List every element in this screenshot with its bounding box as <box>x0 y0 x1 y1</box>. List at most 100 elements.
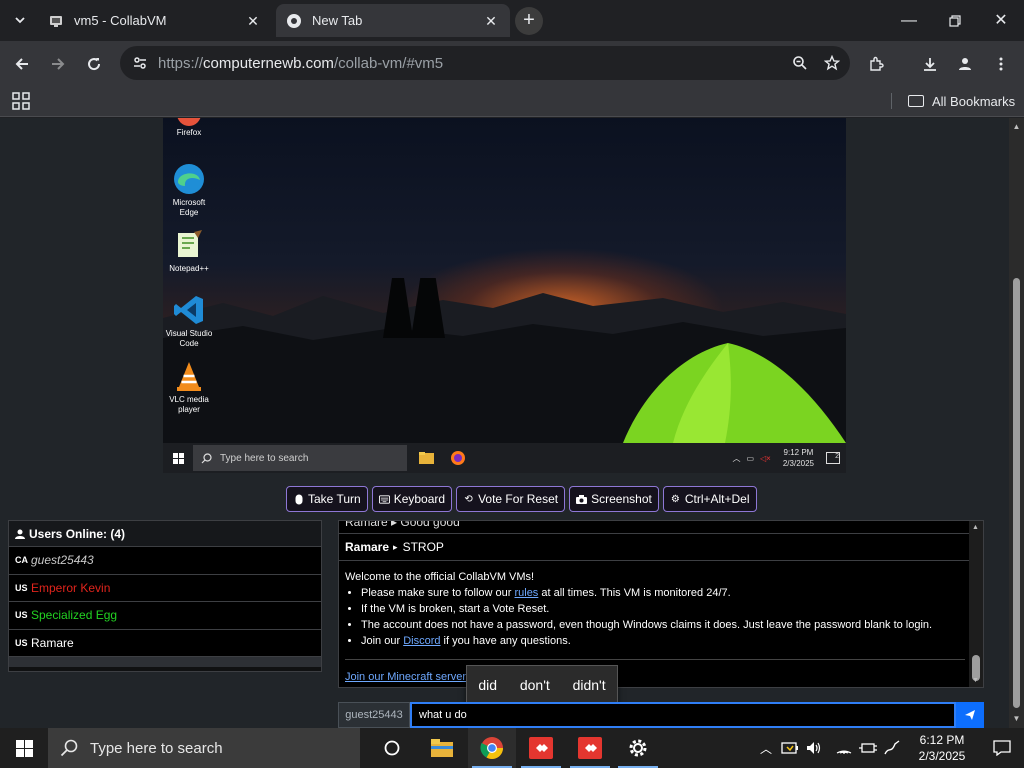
discord-link[interactable]: Discord <box>403 635 440 647</box>
screenshot-button[interactable]: Screenshot <box>569 486 659 512</box>
address-bar[interactable]: https://computernewb.com/collab-vm/#vm5 <box>120 46 850 80</box>
chat-input[interactable] <box>410 702 956 728</box>
vm-network-icon[interactable]: ▭ <box>746 454 754 463</box>
bookmark-star-icon[interactable] <box>818 49 846 77</box>
keyboard-icon <box>378 494 390 505</box>
minecraft-link[interactable]: Join our Minecraft server! <box>345 671 469 683</box>
menu-kebab-icon[interactable] <box>987 49 1015 77</box>
download-icon[interactable] <box>916 49 944 77</box>
search-icon <box>60 739 78 757</box>
welcome-item-broken: If the VM is broken, start a Vote Reset. <box>361 601 965 617</box>
keyboard-button[interactable]: Keyboard <box>371 486 453 512</box>
tab-search-chevron-icon[interactable] <box>8 9 32 33</box>
pen-input-icon[interactable] <box>880 728 904 768</box>
folder-icon <box>908 95 924 107</box>
chat-username[interactable]: Ramare <box>345 540 389 554</box>
chat-send-button[interactable] <box>956 702 984 728</box>
vm-tray-chevron-icon[interactable]: ︿ <box>732 453 740 464</box>
tray-chevron-icon[interactable]: ︿ <box>754 728 778 768</box>
vm-display[interactable]: Firefox Microsoft Edge Notepad++ Visual … <box>163 118 846 473</box>
vote-reset-button[interactable]: ⟲ Vote For Reset <box>456 486 566 512</box>
zoom-icon[interactable] <box>786 49 814 77</box>
suggestion-item[interactable]: don't <box>520 677 550 693</box>
vm-controls: Take Turn Keyboard ⟲ Vote For Reset Scre… <box>286 486 757 512</box>
chat-nickname[interactable]: guest25443 <box>338 702 410 728</box>
chat-message-partial: Ramare ▸ Good good <box>345 520 460 529</box>
browser-toolbar: https://computernewb.com/collab-vm/#vm5 <box>0 41 1024 85</box>
desktop-icon-edge[interactable]: Microsoft Edge <box>163 162 215 218</box>
start-windows-icon[interactable] <box>0 728 48 768</box>
task-view-icon[interactable] <box>368 728 416 768</box>
user-row[interactable]: US Specialized Egg <box>9 602 321 630</box>
vm-clock-date: 2/3/2025 <box>782 459 814 468</box>
chat-scrollbar[interactable]: ▲ ▼ <box>969 521 983 687</box>
anydesk-second-icon[interactable] <box>566 728 614 768</box>
camera-icon <box>576 494 588 505</box>
restore-button[interactable] <box>932 0 978 41</box>
country-flag: US <box>15 582 28 593</box>
power-plug-icon[interactable] <box>856 728 880 768</box>
desktop-icon-firefox[interactable]: Firefox <box>163 118 215 138</box>
site-info-icon[interactable] <box>128 51 152 75</box>
notification-center-icon[interactable] <box>980 728 1024 768</box>
desktop-icon-vscode[interactable]: Visual Studio Code <box>163 293 215 349</box>
all-bookmarks-button[interactable]: All Bookmarks <box>908 91 1015 111</box>
vm-clock[interactable]: 9:12 PM 2/3/2025 <box>783 447 814 469</box>
scroll-down-icon[interactable]: ▼ <box>1012 714 1021 723</box>
suggestion-item[interactable]: didn't <box>573 677 606 693</box>
chrome-taskbar-icon[interactable] <box>468 728 516 768</box>
vm-clock-time: 9:12 PM <box>783 448 814 457</box>
reload-button[interactable] <box>80 49 108 77</box>
user-icon <box>15 529 25 539</box>
autocomplete-suggestions: did don't didn't <box>466 665 618 705</box>
vm-search-icon <box>201 452 212 463</box>
vm-search-box[interactable]: Type here to search <box>193 445 407 471</box>
vm-start-windows-icon[interactable] <box>163 443 193 473</box>
desktop-icon-vlc[interactable]: VLC media player <box>163 359 215 415</box>
username: Specialized Egg <box>31 608 118 623</box>
user-row[interactable]: CA guest25443 <box>9 547 321 575</box>
scroll-down-icon[interactable]: ▼ <box>972 677 979 684</box>
new-tab-button[interactable]: + <box>515 7 543 35</box>
scroll-up-icon[interactable]: ▲ <box>1012 122 1021 131</box>
ctrl-alt-del-button[interactable]: ⚙ Ctrl+Alt+Del <box>662 486 757 512</box>
volume-icon[interactable] <box>802 728 826 768</box>
user-row[interactable]: US Emperor Kevin <box>9 574 321 602</box>
close-window-button[interactable]: ✕ <box>978 0 1024 41</box>
vm-file-explorer-icon[interactable] <box>409 443 443 473</box>
apps-grid-icon[interactable] <box>12 92 30 110</box>
vm-notification-icon[interactable]: 2 <box>826 452 840 464</box>
file-explorer-icon[interactable] <box>418 728 466 768</box>
taskbar-search-box[interactable]: Type here to search <box>48 728 360 768</box>
vlc-icon <box>172 359 206 393</box>
forward-button[interactable] <box>44 49 72 77</box>
page-scrollbar[interactable]: ▲ ▼ <box>1009 118 1024 728</box>
chat-panel: Ramare ▸ Good good Ramare ▸ STROP Welcom… <box>338 520 984 688</box>
anydesk-icon[interactable] <box>517 728 565 768</box>
wifi-icon[interactable] <box>832 728 856 768</box>
chat-minecraft-message: Join our Minecraft server! <box>345 671 469 683</box>
back-button[interactable] <box>8 49 36 77</box>
scroll-up-icon[interactable]: ▲ <box>972 524 979 531</box>
vm-firefox-taskbar-icon[interactable] <box>443 443 473 473</box>
tab-new-tab[interactable]: New Tab ✕ <box>276 4 510 37</box>
rules-link[interactable]: rules <box>514 587 538 599</box>
vm-system-tray: ︿ ▭ ◁× 9:12 PM 2/3/2025 2 <box>732 443 840 473</box>
battery-saver-icon[interactable] <box>778 728 802 768</box>
vm-desktop[interactable]: Firefox Microsoft Edge Notepad++ Visual … <box>163 118 846 443</box>
settings-gear-icon[interactable] <box>614 728 662 768</box>
tab-close-icon[interactable]: ✕ <box>482 12 500 30</box>
take-turn-button[interactable]: Take Turn <box>286 486 368 512</box>
page-scroll-thumb[interactable] <box>1013 278 1020 708</box>
suggestion-item[interactable]: did <box>478 677 497 693</box>
mouse-icon <box>293 494 304 505</box>
tab-collabvm[interactable]: vm5 - CollabVM ✕ <box>38 4 272 37</box>
vm-volume-muted-icon[interactable]: ◁× <box>760 454 771 463</box>
tab-close-icon[interactable]: ✕ <box>244 12 262 30</box>
desktop-icon-notepadpp[interactable]: Notepad++ <box>163 228 215 274</box>
taskbar-clock[interactable]: 6:12 PM 2/3/2025 <box>904 732 980 764</box>
extensions-icon[interactable] <box>862 49 890 77</box>
profile-icon[interactable] <box>951 49 979 77</box>
minimize-button[interactable]: — <box>886 0 932 41</box>
user-row[interactable]: US Ramare <box>9 629 321 657</box>
